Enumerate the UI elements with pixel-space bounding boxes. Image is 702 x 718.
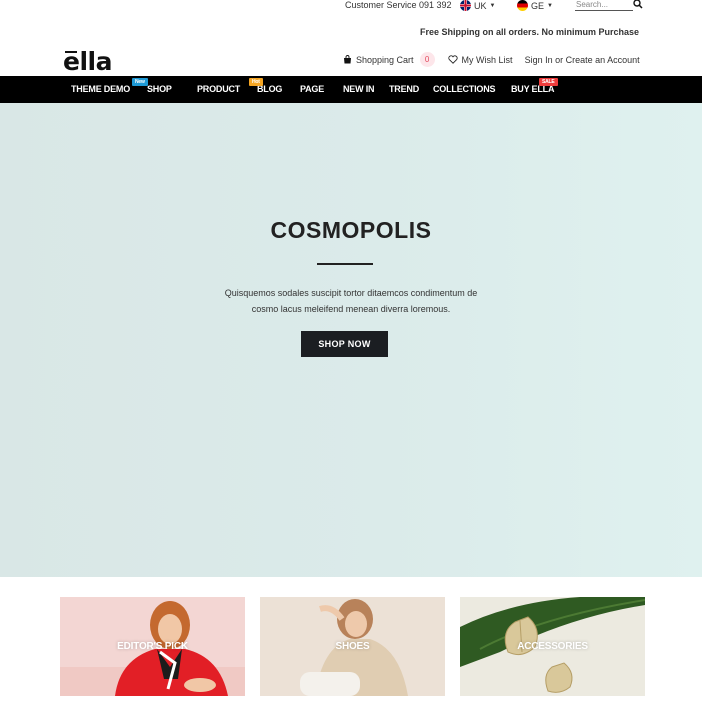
language-label: GE <box>531 0 545 11</box>
customer-service-text: Customer Service 091 392 <box>345 0 452 10</box>
cart-count-badge: 0 <box>419 52 435 67</box>
search-input[interactable]: Search... <box>575 0 633 11</box>
category-tile-accessories[interactable]: ACCESSORIES <box>460 597 645 696</box>
chevron-down-icon: ▼ <box>547 2 553 9</box>
nav-item-page[interactable]: PAGE <box>300 84 324 94</box>
cart-label: Shopping Cart <box>356 54 414 65</box>
sale-badge: SALE <box>539 78 558 86</box>
language-selector[interactable]: GE ▼ <box>517 0 553 11</box>
utility-bar: Customer Service 091 392 UK ▼ GE ▼ Searc… <box>0 0 702 12</box>
hero-banner: COSMOPOLIS Quisquemos sodales suscipit t… <box>0 103 702 577</box>
germany-flag-icon <box>517 0 528 11</box>
shopping-cart-link[interactable]: Shopping Cart <box>343 55 414 65</box>
nav-item-collections[interactable]: COLLECTIONS <box>433 84 496 94</box>
category-tile-shoes[interactable]: SHOES <box>260 597 445 696</box>
uk-flag-icon <box>460 0 471 11</box>
category-tile-editors-pick[interactable]: EDITOR'S PICK <box>60 597 245 696</box>
nav-item-shop[interactable]: SHOP New <box>132 78 172 94</box>
heart-icon <box>447 55 458 64</box>
chevron-down-icon: ▼ <box>489 2 496 9</box>
currency-label: UK <box>474 0 487 11</box>
hero-description-line: cosmo lacus meleifend menean diverra lor… <box>251 304 451 314</box>
main-navigation: THEME DEMO SHOP New PRODUCT BLOG Hot PAG… <box>0 76 702 103</box>
nav-item-blog[interactable]: BLOG Hot <box>249 78 282 94</box>
shopping-bag-icon <box>344 55 351 64</box>
shop-now-button[interactable]: SHOP NOW <box>301 331 388 357</box>
nav-item-buy-ella[interactable]: BUY ELLA SALE <box>511 78 558 94</box>
nav-item-trend[interactable]: TREND <box>389 84 419 94</box>
wishlist-label: My Wish List <box>461 54 513 65</box>
shipping-notice: Free Shipping on all orders. No minimum … <box>420 27 640 37</box>
new-badge: New <box>132 78 148 86</box>
currency-selector[interactable]: UK ▼ <box>460 0 495 11</box>
wishlist-link[interactable]: My Wish List <box>447 54 513 65</box>
account-links: Shopping Cart 0 My Wish List Sign In or … <box>343 52 640 67</box>
search-icon[interactable] <box>633 0 643 9</box>
hero-description-line: Quisquemos sodales suscipit tortor ditae… <box>224 288 478 298</box>
hero-divider <box>317 263 373 265</box>
category-label: ACCESSORIES <box>517 641 588 652</box>
nav-item-theme-demo[interactable]: THEME DEMO <box>71 84 130 94</box>
hero-description: Quisquemos sodales suscipit tortor ditae… <box>200 285 502 317</box>
sign-in-link[interactable]: Sign In or Create an Account <box>525 55 640 65</box>
nav-item-label: SHOP <box>147 84 172 94</box>
hero-title: COSMOPOLIS <box>270 217 432 243</box>
category-label: EDITOR'S PICK <box>117 641 188 652</box>
category-label: SHOES <box>335 641 370 652</box>
nav-item-new-in[interactable]: NEW IN <box>343 84 375 94</box>
nav-item-product[interactable]: PRODUCT <box>197 84 240 94</box>
site-logo[interactable]: ella <box>63 49 112 74</box>
hot-badge: Hot <box>249 78 263 86</box>
